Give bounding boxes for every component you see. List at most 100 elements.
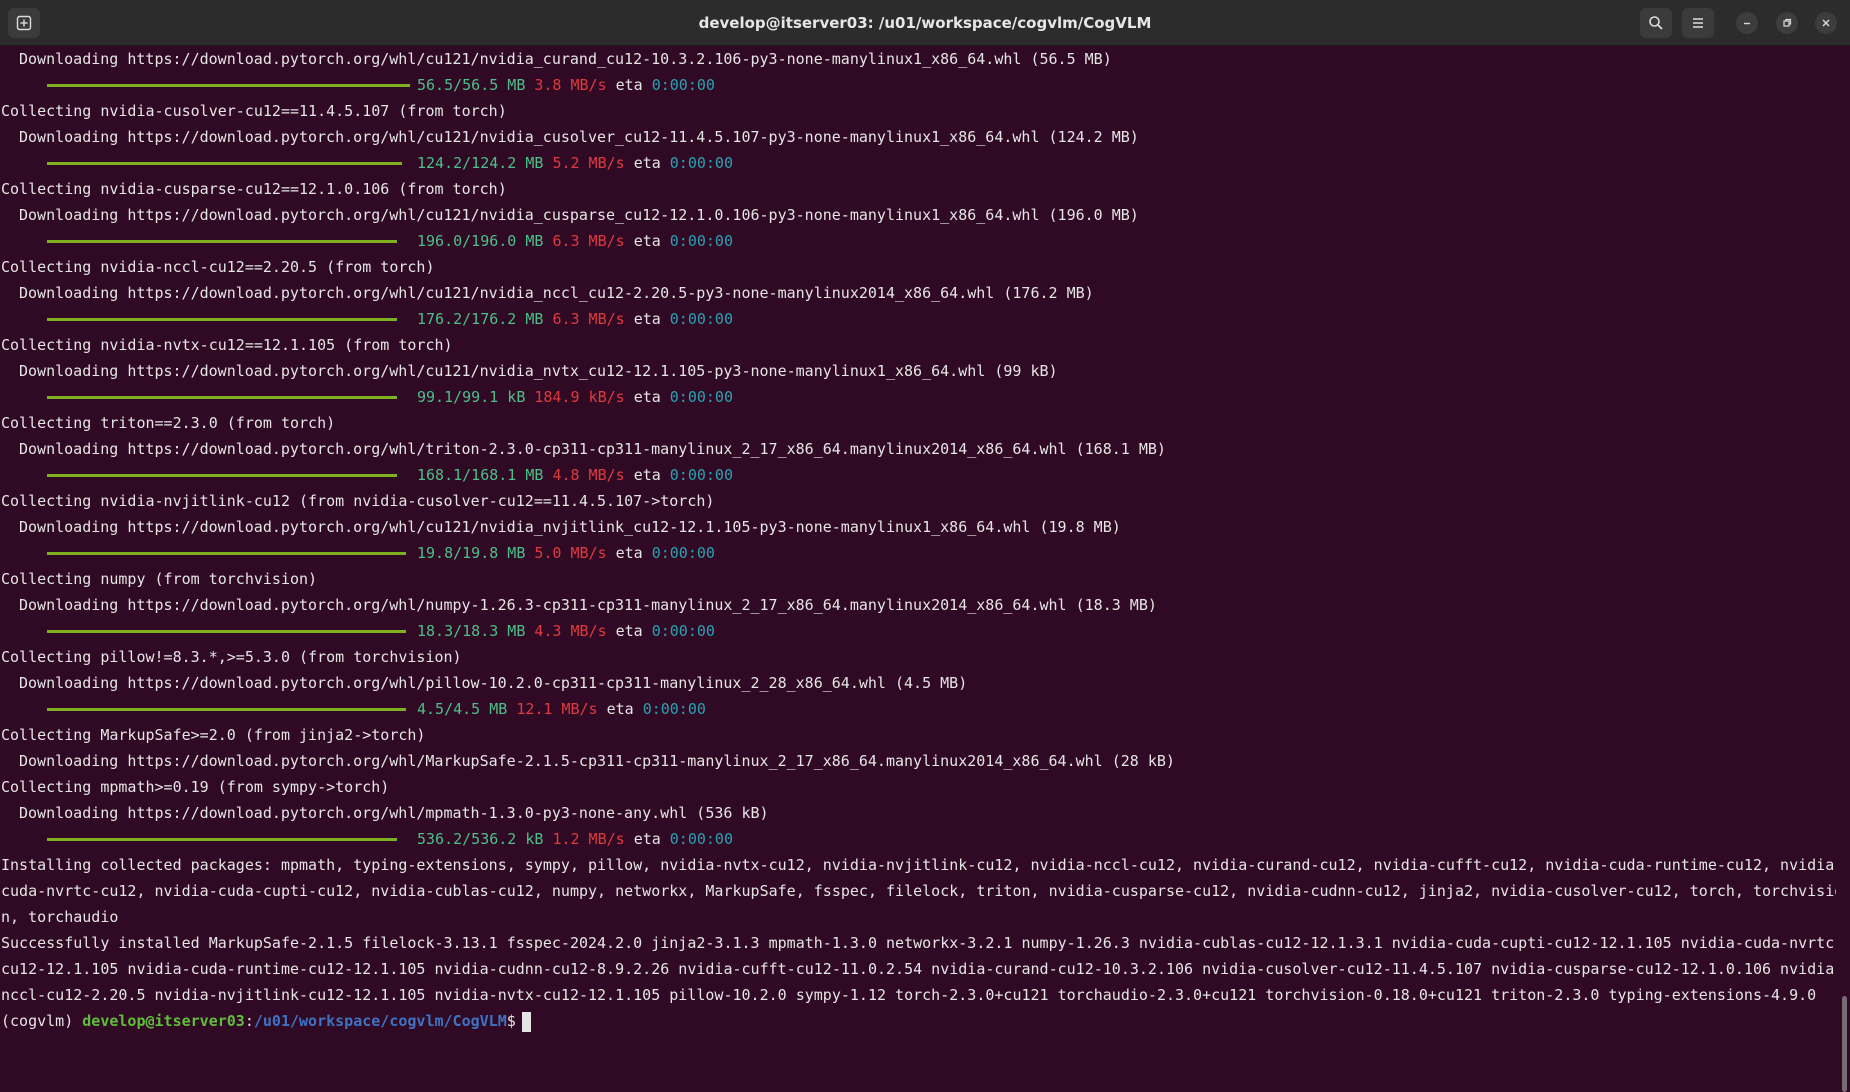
progress-line: 168.1/168.1 MB 4.8 MB/s eta 0:00:00 <box>0 462 1836 488</box>
minimize-button[interactable] <box>1736 12 1758 34</box>
eta-label: eta <box>633 310 661 328</box>
download-line: Downloading https://download.pytorch.org… <box>19 362 1058 380</box>
search-button[interactable] <box>1640 8 1672 38</box>
progress-size: 124.2/124.2 MB <box>417 154 544 172</box>
progress-speed: 6.3 MB/s <box>552 232 625 250</box>
progress-speed: 5.2 MB/s <box>552 154 625 172</box>
progress-speed: 12.1 MB/s <box>516 700 598 718</box>
output-line: Successfully installed MarkupSafe-2.1.5 … <box>1 934 1836 952</box>
download-line: Downloading https://download.pytorch.org… <box>19 206 1139 224</box>
eta-label: eta <box>633 830 661 848</box>
minimize-icon <box>1744 22 1750 25</box>
progress-line: 19.8/19.8 MB 5.0 MB/s eta 0:00:00 <box>0 540 1836 566</box>
progress-speed: 3.8 MB/s <box>534 76 607 94</box>
progress-bar-fill <box>47 161 402 165</box>
download-line: Downloading https://download.pytorch.org… <box>19 804 769 822</box>
download-line: Downloading https://download.pytorch.org… <box>19 674 968 692</box>
progress-size: 18.3/18.3 MB <box>417 622 526 640</box>
shell-prompt-line[interactable]: (cogvlm) develop@itserver03:/u01/workspa… <box>0 1008 1836 1034</box>
eta-label: eta <box>615 622 643 640</box>
download-line: Downloading https://download.pytorch.org… <box>19 440 1166 458</box>
output-line: Collecting MarkupSafe>=2.0 (from jinja2-… <box>1 726 426 744</box>
progress-bar <box>47 306 410 332</box>
progress-line: 4.5/4.5 MB 12.1 MB/s eta 0:00:00 <box>0 696 1836 722</box>
scrollbar-thumb[interactable] <box>1842 996 1847 1092</box>
progress-speed: 4.3 MB/s <box>534 622 607 640</box>
output-line: Collecting nvidia-nccl-cu12==2.20.5 (fro… <box>1 258 435 276</box>
progress-bar-fill <box>47 395 397 399</box>
eta-value: 0:00:00 <box>669 466 733 484</box>
progress-bar <box>47 826 410 852</box>
window-title: develop@itserver03: /u01/workspace/cogvl… <box>698 14 1152 32</box>
prompt-env: (cogvlm) <box>1 1012 83 1030</box>
output-line: Installing collected packages: mpmath, t… <box>1 856 1836 874</box>
prompt-user-host: develop@itserver03 <box>82 1012 245 1030</box>
progress-size: 168.1/168.1 MB <box>417 466 544 484</box>
eta-value: 0:00:00 <box>651 544 715 562</box>
close-button[interactable] <box>1815 12 1837 34</box>
progress-line: 196.0/196.0 MB 6.3 MB/s eta 0:00:00 <box>0 228 1836 254</box>
eta-value: 0:00:00 <box>651 622 715 640</box>
prompt-path: /u01/workspace/cogvlm/CogVLM <box>253 1012 507 1030</box>
output-line: Collecting nvidia-nvtx-cu12==12.1.105 (f… <box>1 336 453 354</box>
download-line: Downloading https://download.pytorch.org… <box>19 284 1094 302</box>
download-line: Downloading https://download.pytorch.org… <box>19 518 1121 536</box>
text-cursor <box>521 1011 531 1032</box>
progress-bar-fill <box>47 707 406 711</box>
title-bar: develop@itserver03: /u01/workspace/cogvl… <box>0 0 1850 46</box>
progress-line: 176.2/176.2 MB 6.3 MB/s eta 0:00:00 <box>0 306 1836 332</box>
progress-line: 56.5/56.5 MB 3.8 MB/s eta 0:00:00 <box>0 72 1836 98</box>
progress-line: 124.2/124.2 MB 5.2 MB/s eta 0:00:00 <box>0 150 1836 176</box>
output-line: Collecting mpmath>=0.19 (from sympy->tor… <box>1 778 390 796</box>
progress-bar-fill <box>47 317 397 321</box>
progress-size: 196.0/196.0 MB <box>417 232 544 250</box>
output-line: Collecting pillow!=8.3.*,>=5.3.0 (from t… <box>1 648 462 666</box>
progress-bar-fill <box>47 239 397 243</box>
eta-value: 0:00:00 <box>669 154 733 172</box>
scrollbar[interactable] <box>1836 46 1850 1092</box>
progress-bar-fill <box>47 837 397 841</box>
eta-label: eta <box>633 466 661 484</box>
progress-bar <box>47 696 410 722</box>
eta-label: eta <box>633 154 661 172</box>
eta-value: 0:00:00 <box>669 830 733 848</box>
progress-bar-fill <box>47 473 397 477</box>
progress-bar <box>47 72 410 98</box>
output-line: Collecting nvidia-cusolver-cu12==11.4.5.… <box>1 102 507 120</box>
progress-bar <box>47 462 410 488</box>
progress-bar-fill <box>47 629 406 633</box>
menu-button[interactable] <box>1682 8 1714 38</box>
download-line: Downloading https://download.pytorch.org… <box>19 50 1112 68</box>
prompt-separator: : <box>244 1012 254 1030</box>
download-line: Downloading https://download.pytorch.org… <box>19 752 1175 770</box>
progress-line: 18.3/18.3 MB 4.3 MB/s eta 0:00:00 <box>0 618 1836 644</box>
eta-label: eta <box>606 700 634 718</box>
eta-label: eta <box>615 76 643 94</box>
output-lines: Downloading https://download.pytorch.org… <box>0 46 1836 1008</box>
download-line: Downloading https://download.pytorch.org… <box>19 596 1157 614</box>
progress-bar <box>47 618 410 644</box>
progress-speed: 6.3 MB/s <box>552 310 625 328</box>
download-line: Downloading https://download.pytorch.org… <box>19 128 1139 146</box>
terminal-output[interactable]: Downloading https://download.pytorch.org… <box>0 46 1836 1053</box>
eta-label: eta <box>615 544 643 562</box>
restore-button[interactable] <box>1776 12 1798 34</box>
restore-icon <box>1783 18 1792 27</box>
progress-bar <box>47 228 410 254</box>
eta-value: 0:00:00 <box>669 232 733 250</box>
progress-bar <box>47 540 410 566</box>
progress-size: 19.8/19.8 MB <box>417 544 526 562</box>
progress-speed: 5.0 MB/s <box>534 544 607 562</box>
progress-size: 56.5/56.5 MB <box>417 76 526 94</box>
progress-speed: 1.2 MB/s <box>552 830 625 848</box>
progress-size: 176.2/176.2 MB <box>417 310 544 328</box>
output-line: nccl-cu12-2.20.5 nvidia-nvjitlink-cu12-1… <box>1 986 1817 1004</box>
output-line: cuda-nvrtc-cu12, nvidia-cuda-cupti-cu12,… <box>1 882 1836 900</box>
output-line: Collecting nvidia-cusparse-cu12==12.1.0.… <box>1 180 507 198</box>
progress-size: 536.2/536.2 kB <box>417 830 544 848</box>
progress-speed: 4.8 MB/s <box>552 466 625 484</box>
search-icon <box>1649 16 1663 30</box>
progress-bar-fill <box>47 83 410 87</box>
output-line: Collecting numpy (from torchvision) <box>1 570 318 588</box>
progress-size: 4.5/4.5 MB <box>417 700 508 718</box>
